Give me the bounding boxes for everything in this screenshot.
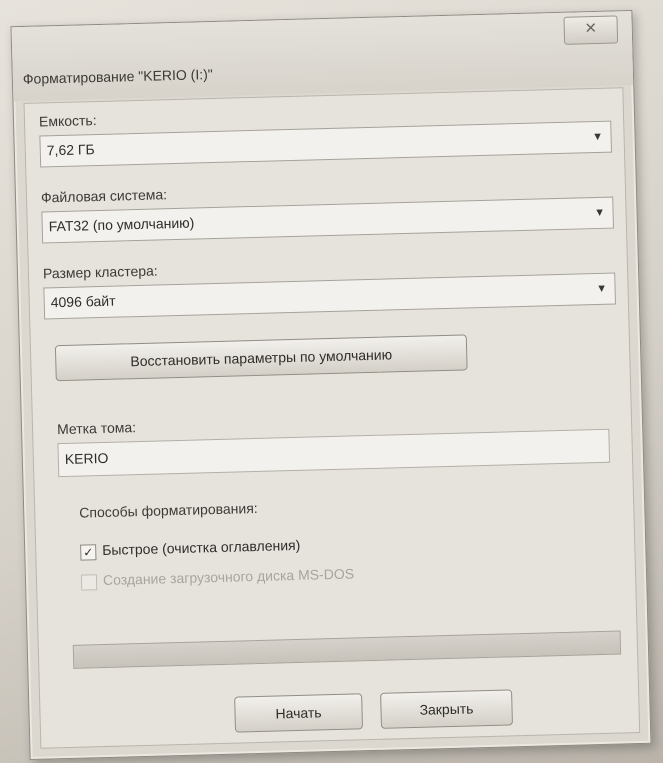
format-progress-bar [72, 630, 622, 669]
progress-fill [73, 645, 75, 668]
close-button[interactable]: Закрыть [380, 689, 513, 729]
cluster-size-select[interactable]: 4096 байт ▼ [43, 272, 616, 320]
filesystem-label: Файловая система: [40, 186, 168, 206]
chevron-down-icon: ▼ [593, 206, 606, 220]
capacity-select[interactable]: 7,62 ГБ ▼ [39, 120, 613, 168]
capacity-label: Емкость: [38, 112, 97, 130]
start-button[interactable]: Начать [234, 693, 364, 733]
quick-format-checkbox[interactable]: ✓ [80, 544, 97, 561]
volume-label-input[interactable]: KERIO [57, 428, 611, 478]
quick-format-label: Быстрое (очистка оглавления) [102, 536, 301, 559]
format-options-label: Способы форматирования: [79, 499, 258, 521]
msdos-boot-option: Создание загрузочного диска MS-DOS [80, 561, 521, 595]
chevron-down-icon: ▼ [595, 282, 608, 296]
volume-label-caption: Метка тома: [56, 419, 137, 438]
filesystem-value: FAT32 (по умолчанию) [48, 214, 195, 235]
title-bar: Форматирование "KERIO (I:)" ✕ [11, 11, 634, 102]
volume-label-value: KERIO [64, 449, 109, 467]
msdos-boot-checkbox [80, 574, 98, 591]
capacity-value: 7,62 ГБ [46, 141, 95, 159]
cluster-size-label: Размер кластера: [42, 262, 158, 282]
restore-defaults-button[interactable]: Восстановить параметры по умолчанию [54, 334, 468, 382]
close-icon: ✕ [584, 19, 598, 38]
msdos-boot-label: Создание загрузочного диска MS-DOS [102, 565, 355, 589]
close-window-button[interactable]: ✕ [563, 15, 619, 45]
dialog-client-area: Емкость: 7,62 ГБ ▼ Файловая система: FAT… [23, 87, 641, 749]
filesystem-select[interactable]: FAT32 (по умолчанию) ▼ [41, 196, 615, 244]
chevron-down-icon: ▼ [591, 130, 604, 144]
format-dialog: Форматирование "KERIO (I:)" ✕ Емкость: 7… [10, 9, 652, 761]
cluster-size-value: 4096 байт [50, 292, 116, 311]
quick-format-option[interactable]: ✓ Быстрое (очистка оглавления) [80, 532, 480, 564]
dialog-title: Форматирование "KERIO (I:)" [22, 65, 213, 87]
checkmark-icon: ✓ [83, 545, 94, 560]
